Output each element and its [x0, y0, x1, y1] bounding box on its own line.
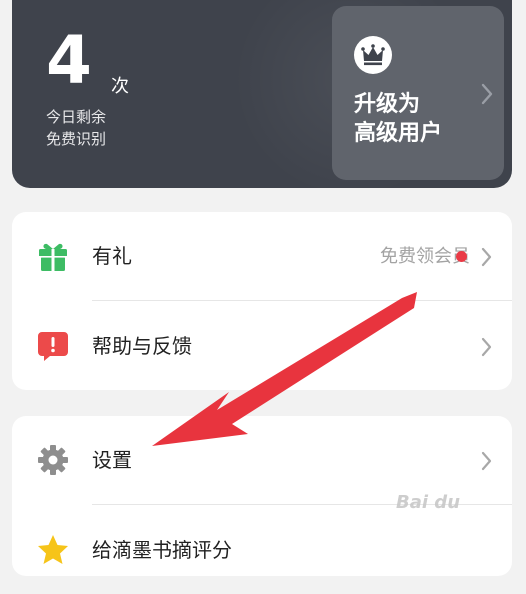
- remaining-unit: 次: [111, 76, 129, 97]
- menu-card-primary: 有礼 免费领会员 帮助与反馈: [12, 212, 512, 390]
- menu-item-gift[interactable]: 有礼 免费领会员: [12, 212, 512, 301]
- chevron-right-icon: [481, 247, 492, 267]
- remaining-label-line2: 免费识别: [46, 130, 107, 148]
- gear-icon: [38, 445, 68, 475]
- menu-item-settings-label: 设置: [92, 448, 132, 472]
- divider: [92, 300, 512, 301]
- notification-dot: [456, 251, 467, 262]
- menu-item-help-label: 帮助与反馈: [92, 334, 192, 358]
- chevron-right-icon: [481, 451, 492, 471]
- upgrade-title-line1: 升级为: [354, 92, 421, 117]
- gift-icon: [39, 243, 67, 271]
- remaining-label: 今日剩余 免费识别: [46, 106, 166, 150]
- star-icon: [38, 535, 68, 564]
- remaining-count: 4: [46, 22, 92, 99]
- upgrade-title-line2: 高级用户: [354, 121, 443, 146]
- baidu-watermark: Bai du: [396, 492, 461, 513]
- remaining-label-line1: 今日剩余: [46, 108, 107, 126]
- menu-item-gift-label: 有礼: [92, 244, 132, 268]
- menu-item-rate-label: 给滴墨书摘评分: [92, 538, 232, 562]
- chevron-right-icon: [481, 83, 493, 105]
- quota-card: 4 次 今日剩余 免费识别 升级为 高级用户: [12, 0, 512, 188]
- menu-item-settings[interactable]: 设置: [12, 416, 512, 505]
- menu-item-rate-app[interactable]: 给滴墨书摘评分: [12, 506, 512, 594]
- upgrade-button[interactable]: 升级为 高级用户: [332, 6, 504, 180]
- chevron-right-icon: [481, 337, 492, 357]
- crown-icon: [354, 36, 392, 74]
- menu-item-help-feedback[interactable]: 帮助与反馈: [12, 302, 512, 390]
- feedback-icon: [38, 332, 68, 361]
- upgrade-title: 升级为 高级用户: [354, 90, 484, 148]
